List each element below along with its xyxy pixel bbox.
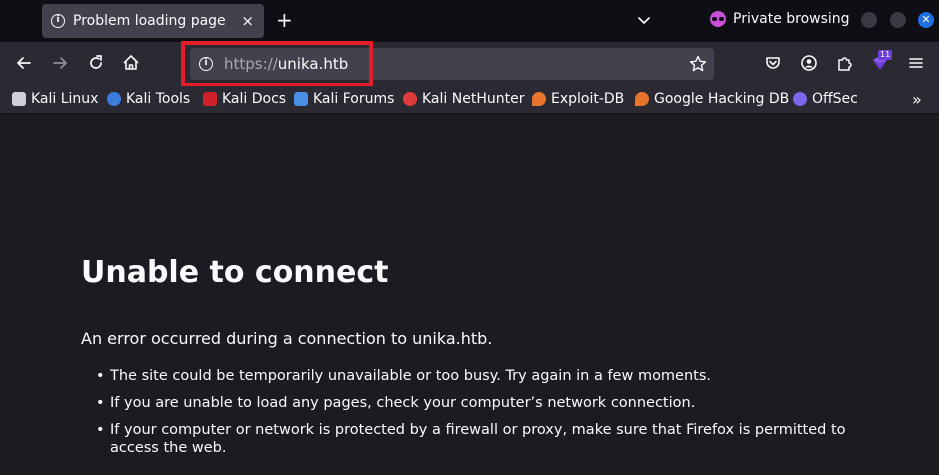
- error-description: An error occurred during a connection to…: [81, 329, 493, 348]
- hamburger-menu-icon[interactable]: [906, 53, 926, 73]
- url-highlight-box: [181, 41, 373, 87]
- bookmark-offsec[interactable]: OffSec: [793, 91, 858, 107]
- bookmark-exploit-db[interactable]: Exploit-DB: [532, 91, 624, 107]
- kali-dragon-icon: [12, 92, 26, 106]
- back-arrow-icon[interactable]: [14, 53, 34, 73]
- pocket-icon[interactable]: [763, 53, 783, 73]
- kali-forums-icon: [294, 92, 308, 106]
- error-title: Unable to connect: [81, 255, 389, 290]
- bookmark-kali-docs[interactable]: Kali Docs: [203, 91, 286, 107]
- home-icon[interactable]: [121, 53, 141, 73]
- private-mask-icon: [710, 11, 726, 27]
- tab-strip: i Problem loading page × + Private brows…: [0, 0, 939, 42]
- page-content: Unable to connect An error occurred duri…: [0, 115, 939, 475]
- account-icon[interactable]: [799, 53, 819, 73]
- private-browsing-label: Private browsing: [733, 11, 850, 27]
- bookmark-kali-linux[interactable]: Kali Linux: [12, 91, 98, 107]
- minimize-window-button[interactable]: [861, 12, 877, 28]
- bookmark-star-icon[interactable]: [688, 54, 708, 74]
- kali-nethunter-icon: [403, 92, 417, 106]
- kali-docs-icon: [203, 92, 217, 106]
- offsec-icon: [793, 92, 807, 106]
- bookmarks-overflow-icon[interactable]: »: [912, 90, 922, 109]
- new-tab-button[interactable]: +: [276, 9, 293, 31]
- bookmark-google-hacking-db[interactable]: Google Hacking DB: [635, 91, 789, 107]
- exploit-db-icon: [532, 92, 546, 106]
- bookmark-kali-tools[interactable]: Kali Tools: [107, 91, 190, 107]
- forward-arrow-icon[interactable]: [50, 53, 70, 73]
- maximize-window-button[interactable]: [890, 12, 906, 28]
- bookmark-kali-nethunter[interactable]: Kali NetHunter: [403, 91, 524, 107]
- list-all-tabs-icon[interactable]: [636, 12, 652, 28]
- private-browsing-indicator: Private browsing: [710, 11, 850, 27]
- navigation-toolbar: i https://unika.htb: [0, 42, 939, 86]
- bookmark-kali-forums[interactable]: Kali Forums: [294, 91, 394, 107]
- tab-title: Problem loading page: [73, 13, 226, 29]
- close-window-button[interactable]: ✕: [918, 12, 934, 28]
- list-item: The site could be temporarily unavailabl…: [96, 367, 866, 385]
- ghdb-icon: [635, 92, 649, 106]
- tab-close-icon[interactable]: ×: [241, 12, 254, 30]
- extensions-puzzle-icon[interactable]: [835, 53, 855, 73]
- info-icon: i: [51, 14, 65, 28]
- error-suggestions-list: The site could be temporarily unavailabl…: [96, 367, 866, 466]
- extension-badge: 11: [878, 50, 893, 60]
- list-item: If your computer or network is protected…: [96, 421, 866, 457]
- list-item: If you are unable to load any pages, che…: [96, 394, 866, 412]
- reload-icon[interactable]: [86, 53, 106, 73]
- bookmarks-toolbar: Kali Linux Kali Tools Kali Docs Kali For…: [0, 86, 939, 114]
- tab-problem-loading[interactable]: i Problem loading page ×: [42, 4, 264, 38]
- kali-tools-icon: [107, 92, 121, 106]
